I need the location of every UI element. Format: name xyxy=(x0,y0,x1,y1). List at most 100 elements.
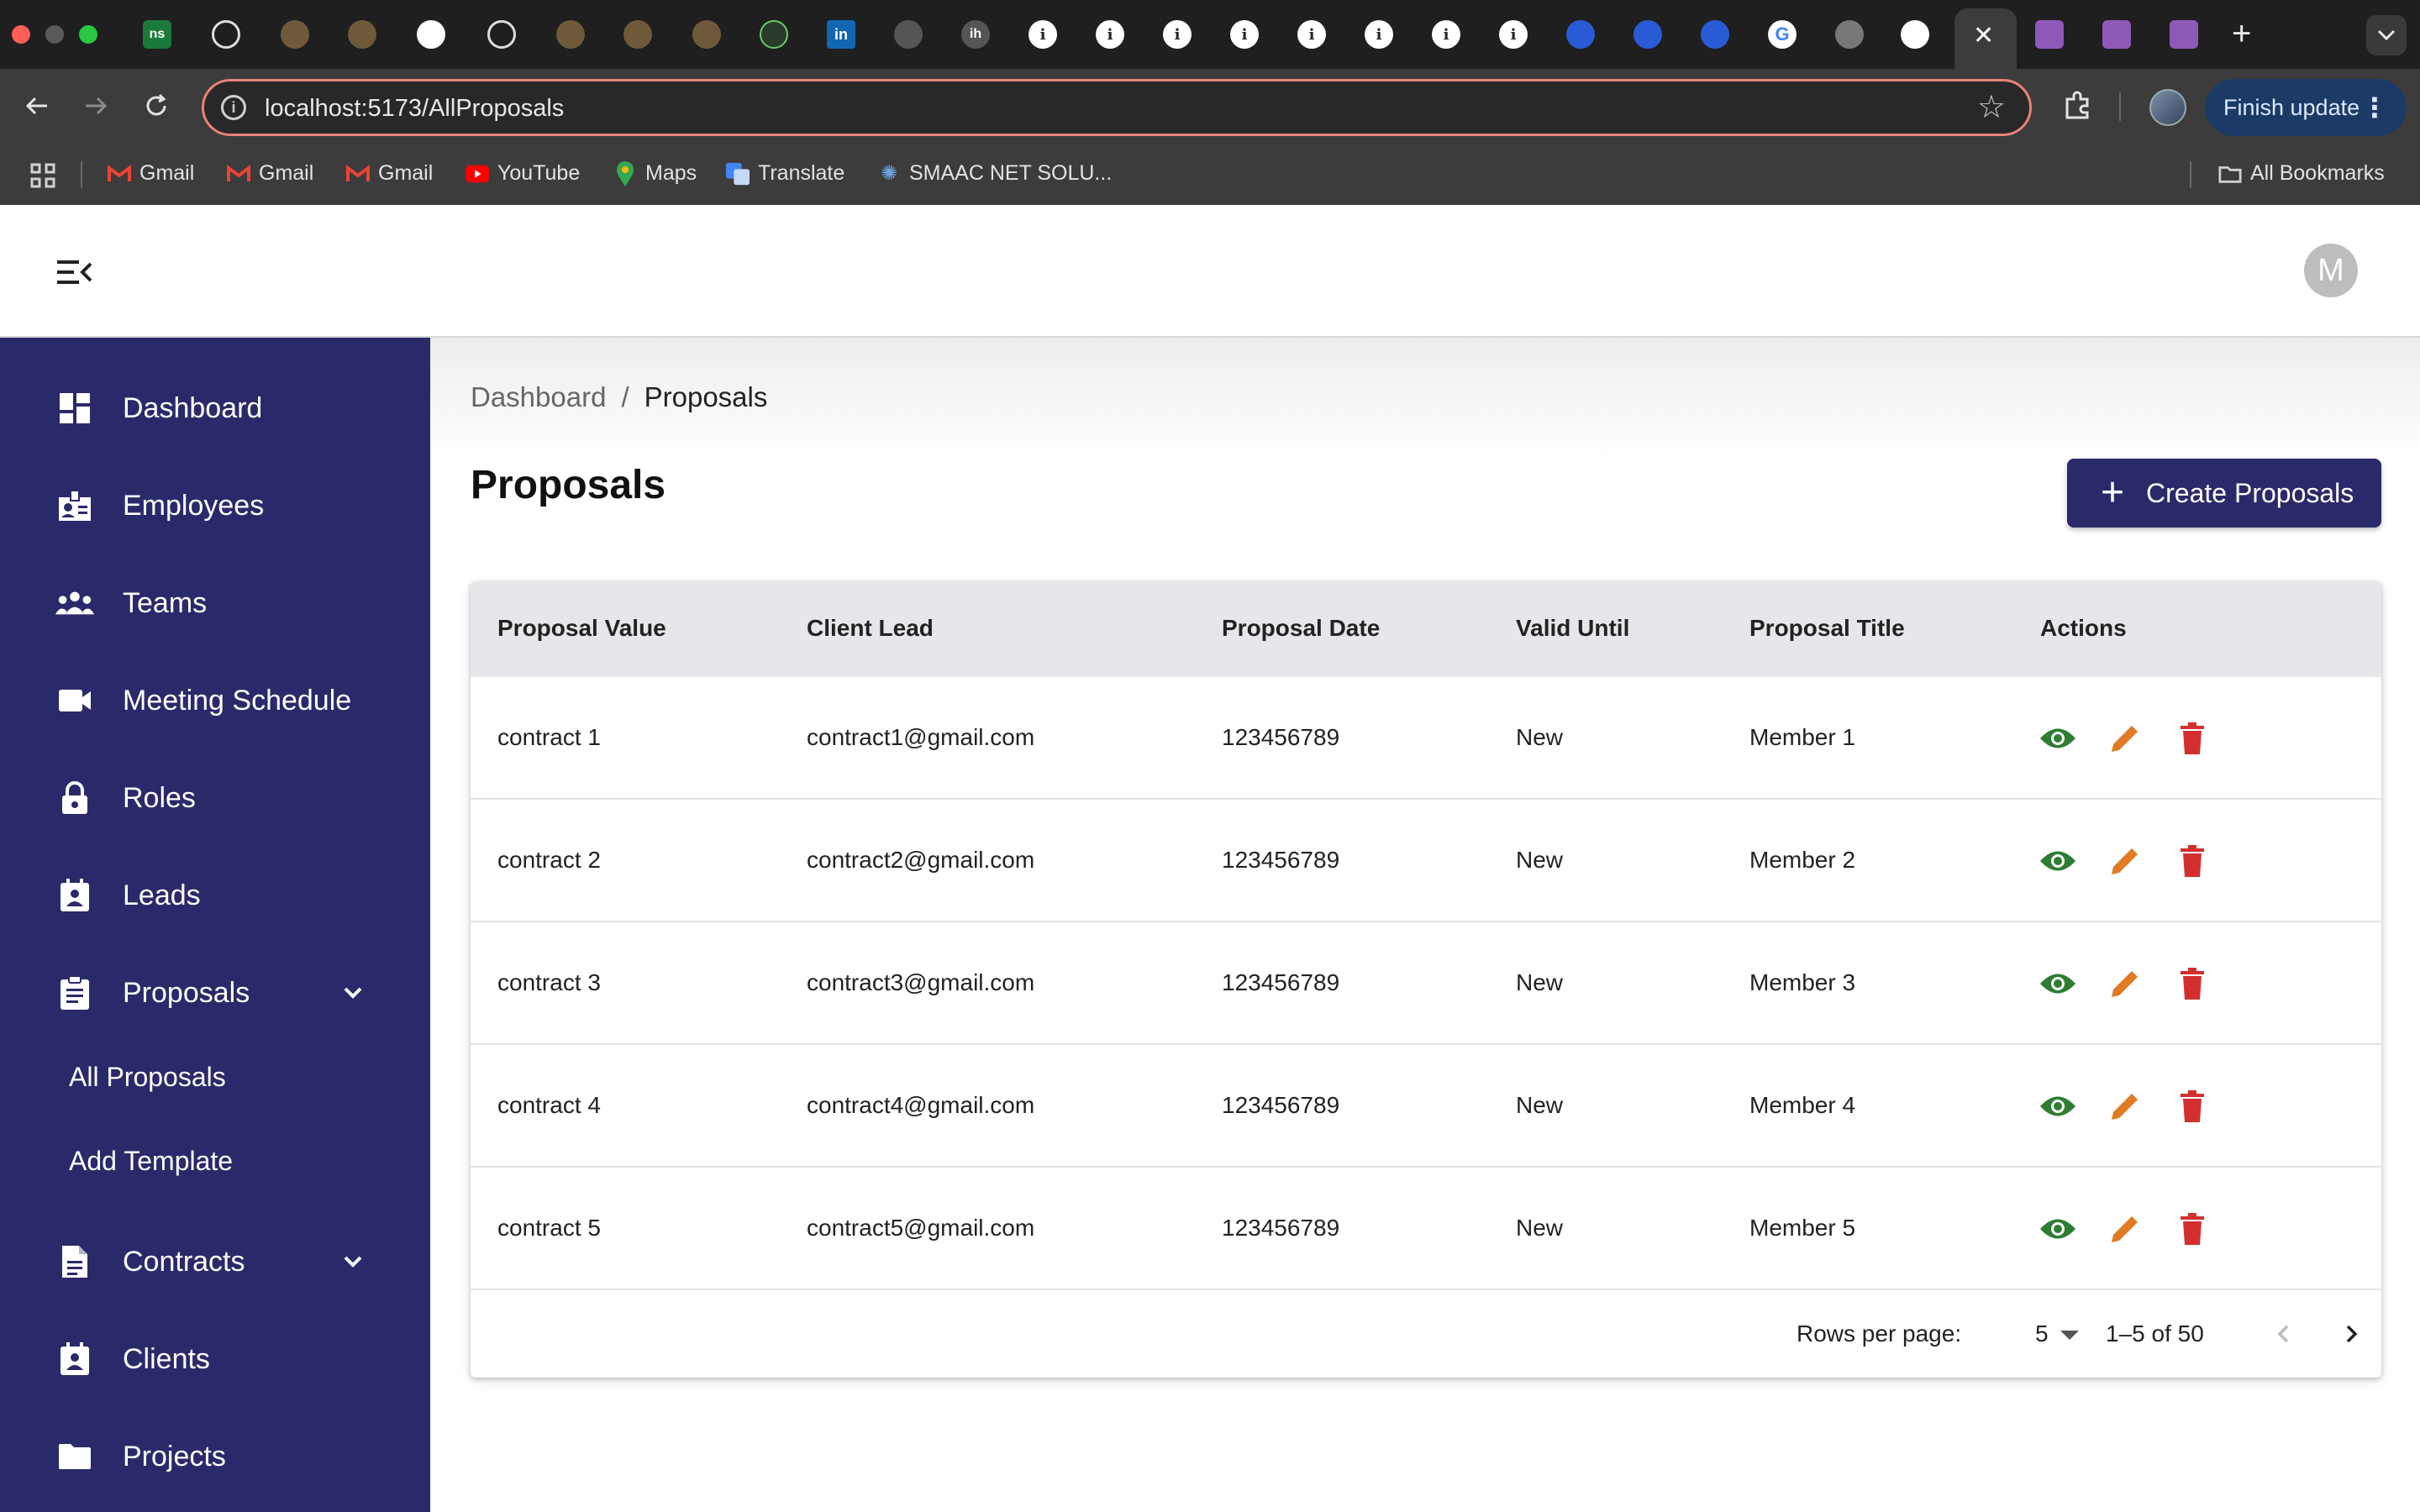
chevron-down-icon xyxy=(2377,29,2396,41)
sidebar-item-roles[interactable]: Roles xyxy=(0,764,430,832)
tab-info-5[interactable]: i xyxy=(1297,20,1326,49)
tab-globe-1[interactable] xyxy=(894,20,923,49)
tab-info-6[interactable]: i xyxy=(1365,20,1393,49)
bookmark-youtube[interactable]: YouTube xyxy=(466,161,580,186)
sidebar-item-clients[interactable]: Clients xyxy=(0,1326,430,1393)
sidebar-subitem-add-template[interactable]: Add Template xyxy=(69,1146,233,1177)
tab-github-1[interactable] xyxy=(417,20,445,49)
tab-web-4[interactable] xyxy=(623,20,652,49)
column-header-valid-until[interactable]: Valid Until xyxy=(1516,615,1629,642)
maximize-window-button[interactable] xyxy=(79,25,97,44)
delete-trash-icon[interactable] xyxy=(2171,717,2213,759)
sidebar-item-employees[interactable]: Employees xyxy=(0,472,430,539)
reload-button[interactable] xyxy=(139,89,173,123)
bookmark-translate[interactable]: Translate xyxy=(726,161,844,186)
view-icon[interactable] xyxy=(2037,963,2079,1005)
sidebar-item-dashboard[interactable]: Dashboard xyxy=(0,375,430,442)
delete-trash-icon[interactable] xyxy=(2171,840,2213,882)
view-icon[interactable] xyxy=(2037,840,2079,882)
table-row: contract 2 contract2@gmail.com 123456789 Ne… xyxy=(471,800,2381,922)
user-avatar[interactable]: M xyxy=(2304,244,2358,297)
sidebar-item-projects[interactable]: Projects xyxy=(0,1423,430,1490)
tab-web-6[interactable] xyxy=(760,20,788,49)
tab-info-4[interactable]: i xyxy=(1230,20,1259,49)
extensions-icon[interactable] xyxy=(2060,89,2094,123)
chevron-down-icon[interactable] xyxy=(338,1247,368,1277)
close-window-button[interactable] xyxy=(12,25,30,44)
browser-profile-avatar[interactable] xyxy=(2149,89,2186,126)
sidebar-item-teams[interactable]: Teams xyxy=(0,570,430,637)
bookmark-gmail-3[interactable]: Gmail xyxy=(346,161,433,186)
delete-trash-icon[interactable] xyxy=(2171,1208,2213,1250)
site-info-icon[interactable]: i xyxy=(221,95,246,120)
tab-h-2[interactable] xyxy=(2102,20,2131,49)
next-page-button[interactable] xyxy=(2331,1314,2371,1354)
sidebar-item-leads[interactable]: Leads xyxy=(0,862,430,929)
bookmark-smaac[interactable]: ✺ SMAAC NET SOLU... xyxy=(877,161,1112,186)
tab-linkedin[interactable]: in xyxy=(827,20,855,49)
create-proposals-button[interactable]: + Create Proposals xyxy=(2067,459,2381,528)
url-text[interactable]: localhost:5173/AllProposals xyxy=(265,95,564,123)
tab-google[interactable]: G xyxy=(1768,20,1797,49)
tab-web-5[interactable] xyxy=(692,20,721,49)
tab-k-1[interactable] xyxy=(1566,20,1595,49)
tab-info-7[interactable]: i xyxy=(1432,20,1460,49)
all-bookmarks-button[interactable]: All Bookmarks xyxy=(2218,161,2385,186)
tab-h-1[interactable] xyxy=(2035,20,2064,49)
edit-pencil-icon[interactable] xyxy=(2104,963,2146,1005)
forward-button[interactable] xyxy=(79,89,113,123)
close-tab-icon[interactable]: ✕ xyxy=(1973,24,1994,49)
bookmark-maps[interactable]: Maps xyxy=(613,160,697,186)
address-bar[interactable]: i localhost:5173/AllProposals ☆ xyxy=(202,79,2032,136)
tab-k-3[interactable] xyxy=(1701,20,1729,49)
delete-trash-icon[interactable] xyxy=(2171,1085,2213,1127)
tab-info-1[interactable]: i xyxy=(1028,20,1057,49)
bookmark-gmail-1[interactable]: Gmail xyxy=(108,161,194,186)
column-header-proposal-value[interactable]: Proposal Value xyxy=(497,615,666,642)
groups-icon xyxy=(55,584,94,622)
tab-ns[interactable]: ns xyxy=(143,20,171,49)
tab-globe-2[interactable] xyxy=(1835,20,1864,49)
sidebar-item-contracts[interactable]: Contracts xyxy=(0,1228,430,1295)
tab-h-3[interactable] xyxy=(2170,20,2198,49)
rows-per-page-select[interactable]: 5 xyxy=(2035,1320,2049,1347)
column-header-proposal-title[interactable]: Proposal Title xyxy=(1749,615,1905,642)
sidebar-item-proposals[interactable]: Proposals xyxy=(0,959,430,1026)
previous-page-button[interactable] xyxy=(2264,1314,2304,1354)
edit-pencil-icon[interactable] xyxy=(2104,717,2146,759)
caret-down-icon[interactable] xyxy=(2060,1331,2079,1340)
edit-pencil-icon[interactable] xyxy=(2104,1085,2146,1127)
tab-web-2[interactable] xyxy=(348,20,376,49)
bookmark-star-icon[interactable]: ☆ xyxy=(1977,90,2006,125)
tab-web-3[interactable] xyxy=(556,20,585,49)
tab-k-2[interactable] xyxy=(1634,20,1662,49)
edit-pencil-icon[interactable] xyxy=(2104,840,2146,882)
active-tab[interactable]: ✕ xyxy=(1954,8,2017,69)
new-tab-button[interactable]: + xyxy=(2232,15,2251,52)
tab-web-1[interactable] xyxy=(281,20,309,49)
view-icon[interactable] xyxy=(2037,717,2079,759)
view-icon[interactable] xyxy=(2037,1208,2079,1250)
delete-trash-icon[interactable] xyxy=(2171,963,2213,1005)
tab-chatgpt[interactable] xyxy=(212,20,240,49)
breadcrumb-dashboard-link[interactable]: Dashboard xyxy=(471,381,606,412)
tab-search-button[interactable] xyxy=(2366,15,2407,55)
back-button[interactable] xyxy=(20,89,54,123)
sidebar-subitem-all-proposals[interactable]: All Proposals xyxy=(69,1062,226,1093)
column-header-client-lead[interactable]: Client Lead xyxy=(807,615,934,642)
tab-github-2[interactable] xyxy=(1901,20,1929,49)
bookmark-gmail-2[interactable]: Gmail xyxy=(227,161,313,186)
tab-info-3[interactable]: i xyxy=(1163,20,1192,49)
sidebar-item-meeting-schedule[interactable]: Meeting Schedule xyxy=(0,667,430,734)
menu-collapse-button[interactable] xyxy=(55,257,92,287)
column-header-proposal-date[interactable]: Proposal Date xyxy=(1222,615,1380,642)
tab-chatgpt-2[interactable] xyxy=(487,20,516,49)
minimize-window-button[interactable] xyxy=(45,25,64,44)
tab-info-8[interactable]: i xyxy=(1499,20,1528,49)
tab-ih[interactable]: ih xyxy=(961,20,990,49)
view-icon[interactable] xyxy=(2037,1085,2079,1127)
finish-update-button[interactable]: Finish update ⋮ xyxy=(2205,79,2407,136)
chevron-down-icon[interactable] xyxy=(338,978,368,1008)
tab-info-2[interactable]: i xyxy=(1096,20,1124,49)
edit-pencil-icon[interactable] xyxy=(2104,1208,2146,1250)
